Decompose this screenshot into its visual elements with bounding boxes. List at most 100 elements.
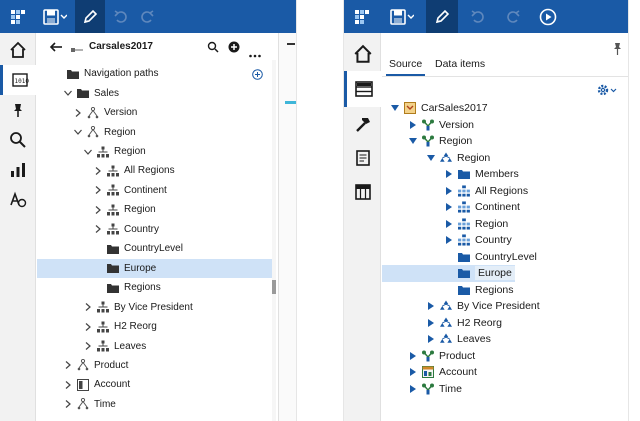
chevron-right-icon[interactable] xyxy=(93,205,103,215)
chevron-right-icon[interactable] xyxy=(444,235,454,245)
add-circle-icon[interactable] xyxy=(228,40,240,58)
tree-item[interactable]: By Vice President xyxy=(382,298,540,315)
chevron-right-icon[interactable] xyxy=(426,301,436,311)
tree-item[interactable]: Leaves xyxy=(382,331,491,348)
edit-button[interactable] xyxy=(75,0,105,33)
save-menu-button[interactable] xyxy=(38,0,72,33)
chevron-down-icon[interactable] xyxy=(63,88,73,98)
tree-item[interactable]: Europe xyxy=(37,259,272,278)
chevron-down-icon[interactable] xyxy=(408,136,418,146)
chevron-right-icon[interactable] xyxy=(426,318,436,328)
source-title: Carsales2017 xyxy=(89,41,153,52)
tree-item[interactable]: Product xyxy=(37,356,128,375)
toolbox-icon[interactable] xyxy=(344,107,381,141)
tab-source[interactable]: Source xyxy=(386,54,425,76)
run-button[interactable] xyxy=(534,0,562,33)
tree-item[interactable]: All Regions xyxy=(382,183,528,200)
tree-item[interactable]: Product xyxy=(382,348,475,365)
tree-item[interactable]: Time xyxy=(382,381,462,398)
tree-item[interactable]: Europe xyxy=(382,265,515,282)
tree-item[interactable]: Regions xyxy=(382,282,514,299)
tree-item[interactable]: Region xyxy=(37,200,156,219)
table-icon[interactable] xyxy=(344,175,381,209)
chevron-right-icon[interactable] xyxy=(444,186,454,196)
tree-item[interactable]: Region xyxy=(37,122,136,141)
chevron-right-icon[interactable] xyxy=(63,399,73,409)
pin-icon[interactable] xyxy=(613,42,622,60)
chevron-right-icon[interactable] xyxy=(63,360,73,370)
pin-icon[interactable] xyxy=(0,95,36,125)
chevron-right-icon[interactable] xyxy=(73,108,83,118)
tree-item[interactable]: Navigation paths xyxy=(37,64,159,83)
back-arrow-icon[interactable] xyxy=(49,40,63,59)
chevron-right-icon[interactable] xyxy=(83,322,93,332)
chevron-right-icon[interactable] xyxy=(83,302,93,312)
chevron-right-icon[interactable] xyxy=(426,334,436,344)
datasource-icon[interactable] xyxy=(344,71,381,107)
tree-item[interactable]: Version xyxy=(382,117,474,134)
tree-item[interactable]: Sales xyxy=(37,83,119,102)
tree-item[interactable]: Region xyxy=(382,216,508,233)
spacer xyxy=(444,285,454,295)
tree-item[interactable]: Leaves xyxy=(37,336,146,355)
tree-item[interactable]: CountryLevel xyxy=(37,239,183,258)
chevron-right-icon[interactable] xyxy=(444,219,454,229)
search-icon[interactable] xyxy=(0,125,36,155)
tree-item[interactable]: H2 Reorg xyxy=(382,315,502,332)
undo-button[interactable] xyxy=(464,0,492,33)
home-icon[interactable] xyxy=(344,37,381,71)
tree-item[interactable]: Continent xyxy=(37,181,167,200)
undo-icon xyxy=(470,9,486,25)
chevron-right-icon[interactable] xyxy=(408,351,418,361)
chevron-down-icon[interactable] xyxy=(83,147,93,157)
chevron-right-icon[interactable] xyxy=(93,166,103,176)
tree-item[interactable]: Region xyxy=(37,142,146,161)
tab-data-items[interactable]: Data items xyxy=(435,54,485,76)
chevron-right-icon[interactable] xyxy=(83,341,93,351)
chevron-right-icon[interactable] xyxy=(93,224,103,234)
tree-item[interactable]: Country xyxy=(37,220,159,239)
tree-item[interactable]: Continent xyxy=(382,199,520,216)
tree-item[interactable]: CarSales2017 xyxy=(382,100,488,117)
calculation-icon[interactable] xyxy=(0,185,36,215)
tree-item[interactable]: Time xyxy=(37,395,116,414)
tree-item[interactable]: Region xyxy=(382,133,472,150)
app-switcher-icon[interactable] xyxy=(348,0,376,33)
tree-item[interactable]: CountryLevel xyxy=(382,249,537,266)
tree-item-label: Region xyxy=(475,218,508,230)
scrollbar-thumb[interactable] xyxy=(272,280,276,294)
tree-item[interactable]: Account xyxy=(382,364,477,381)
chevron-down-icon[interactable] xyxy=(390,103,400,113)
save-menu-button[interactable] xyxy=(384,0,420,33)
chevron-right-icon[interactable] xyxy=(93,185,103,195)
chevron-down-icon[interactable] xyxy=(73,127,83,137)
home-icon[interactable] xyxy=(0,35,36,65)
page-icon[interactable] xyxy=(344,141,381,175)
app-switcher-icon[interactable] xyxy=(4,0,32,33)
tree-item[interactable]: Members xyxy=(382,166,519,183)
edit-button[interactable] xyxy=(426,0,458,33)
tree-item[interactable]: Region xyxy=(382,150,490,167)
tree-item[interactable]: Country xyxy=(382,232,512,249)
redo-button[interactable] xyxy=(499,0,527,33)
chevron-right-icon[interactable] xyxy=(444,169,454,179)
chevron-right-icon[interactable] xyxy=(444,202,454,212)
datasource-icon[interactable]: 1010 xyxy=(0,65,36,95)
tree-item[interactable]: All Regions xyxy=(37,161,175,180)
chevron-down-icon[interactable] xyxy=(426,153,436,163)
redo-button[interactable] xyxy=(134,0,160,33)
chart-icon[interactable] xyxy=(0,155,36,185)
tree-item[interactable]: Regions xyxy=(37,278,161,297)
chevron-right-icon[interactable] xyxy=(408,367,418,377)
tree-scrollbar[interactable] xyxy=(272,60,276,421)
search-icon[interactable] xyxy=(207,40,219,58)
chevron-right-icon[interactable] xyxy=(408,384,418,394)
more-icon[interactable] xyxy=(249,45,261,63)
tree-item[interactable]: H2 Reorg xyxy=(37,317,157,336)
undo-button[interactable] xyxy=(108,0,134,33)
tree-item[interactable]: Account xyxy=(37,375,130,394)
chevron-right-icon[interactable] xyxy=(408,120,418,130)
chevron-right-icon[interactable] xyxy=(63,380,73,390)
tree-item[interactable]: Version xyxy=(37,103,137,122)
tree-item[interactable]: By Vice President xyxy=(37,297,193,316)
